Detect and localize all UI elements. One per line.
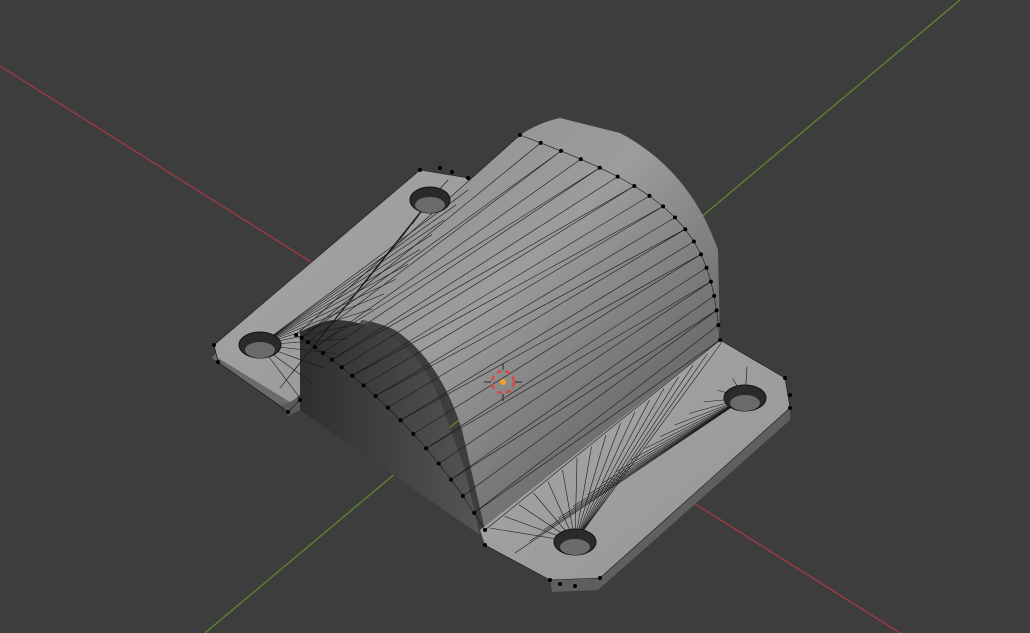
mesh-vertex[interactable] <box>385 405 390 410</box>
mesh-vertex[interactable] <box>321 350 326 355</box>
mesh-vertex[interactable] <box>788 406 792 410</box>
mesh-vertex[interactable] <box>286 410 290 414</box>
mesh-vertex[interactable] <box>350 373 355 378</box>
mesh-vertex[interactable] <box>361 383 366 388</box>
hole-front-right[interactable] <box>723 384 767 412</box>
mesh-vertex[interactable] <box>708 279 713 284</box>
pipe-clamp-mesh[interactable] <box>212 118 792 592</box>
mesh-vertex[interactable] <box>299 335 304 340</box>
mesh-vertex[interactable] <box>716 323 721 328</box>
mesh-vertex[interactable] <box>538 140 543 145</box>
mesh-vertex[interactable] <box>783 376 787 380</box>
mesh-vertex[interactable] <box>436 461 441 466</box>
mesh-vertex[interactable] <box>449 477 453 482</box>
3d-viewport[interactable] <box>0 0 1030 633</box>
mesh-vertex[interactable] <box>483 528 487 532</box>
mesh-vertex[interactable] <box>714 308 719 313</box>
mesh-vertex[interactable] <box>718 338 722 342</box>
mesh-vertex[interactable] <box>647 193 652 198</box>
mesh-vertex[interactable] <box>418 168 422 172</box>
mesh-vertex[interactable] <box>558 582 562 586</box>
mesh-vertex[interactable] <box>438 166 442 170</box>
mesh-vertex[interactable] <box>788 393 792 397</box>
mesh-vertex[interactable] <box>466 176 470 180</box>
mesh-vertex[interactable] <box>615 174 620 179</box>
mesh-vertex[interactable] <box>698 252 703 257</box>
mesh-vertex[interactable] <box>472 510 477 515</box>
hole-back-top[interactable] <box>409 186 451 214</box>
mesh-vertex[interactable] <box>212 343 216 347</box>
mesh-vertex[interactable] <box>460 494 465 499</box>
mesh-vertex[interactable] <box>598 576 602 580</box>
object-origin-dot <box>500 379 506 385</box>
mesh-vertex[interactable] <box>578 157 583 162</box>
mesh-vertex[interactable] <box>632 184 637 189</box>
mesh-vertex[interactable] <box>704 265 709 270</box>
mesh-vertex[interactable] <box>298 398 302 402</box>
mesh-vertex[interactable] <box>339 365 344 370</box>
mesh-vertex[interactable] <box>597 165 602 170</box>
mesh-vertex[interactable] <box>691 239 696 244</box>
mesh-vertex[interactable] <box>712 293 717 298</box>
mesh-vertex[interactable] <box>305 340 310 345</box>
mesh-vertex[interactable] <box>294 333 298 337</box>
mesh-vertex[interactable] <box>411 431 416 436</box>
mesh-vertex[interactable] <box>329 357 334 362</box>
mesh-vertex[interactable] <box>216 360 220 364</box>
mesh-vertex[interactable] <box>661 204 666 209</box>
mesh-vertex[interactable] <box>673 215 677 220</box>
mesh-vertex[interactable] <box>450 170 454 174</box>
hole-back-bottom[interactable] <box>238 331 282 359</box>
mesh-vertex[interactable] <box>424 446 429 451</box>
mesh-vertex[interactable] <box>313 345 317 350</box>
mesh-vertex[interactable] <box>559 148 564 153</box>
mesh-vertex[interactable] <box>683 227 688 232</box>
mesh-vertex[interactable] <box>518 133 522 137</box>
viewport-canvas[interactable] <box>0 0 1030 633</box>
mesh-vertex[interactable] <box>373 393 378 398</box>
mesh-vertex[interactable] <box>548 578 552 582</box>
mesh-vertex[interactable] <box>573 584 577 588</box>
mesh-vertex[interactable] <box>398 418 403 423</box>
hole-front-left[interactable] <box>553 528 597 556</box>
mesh-vertex[interactable] <box>483 543 487 547</box>
